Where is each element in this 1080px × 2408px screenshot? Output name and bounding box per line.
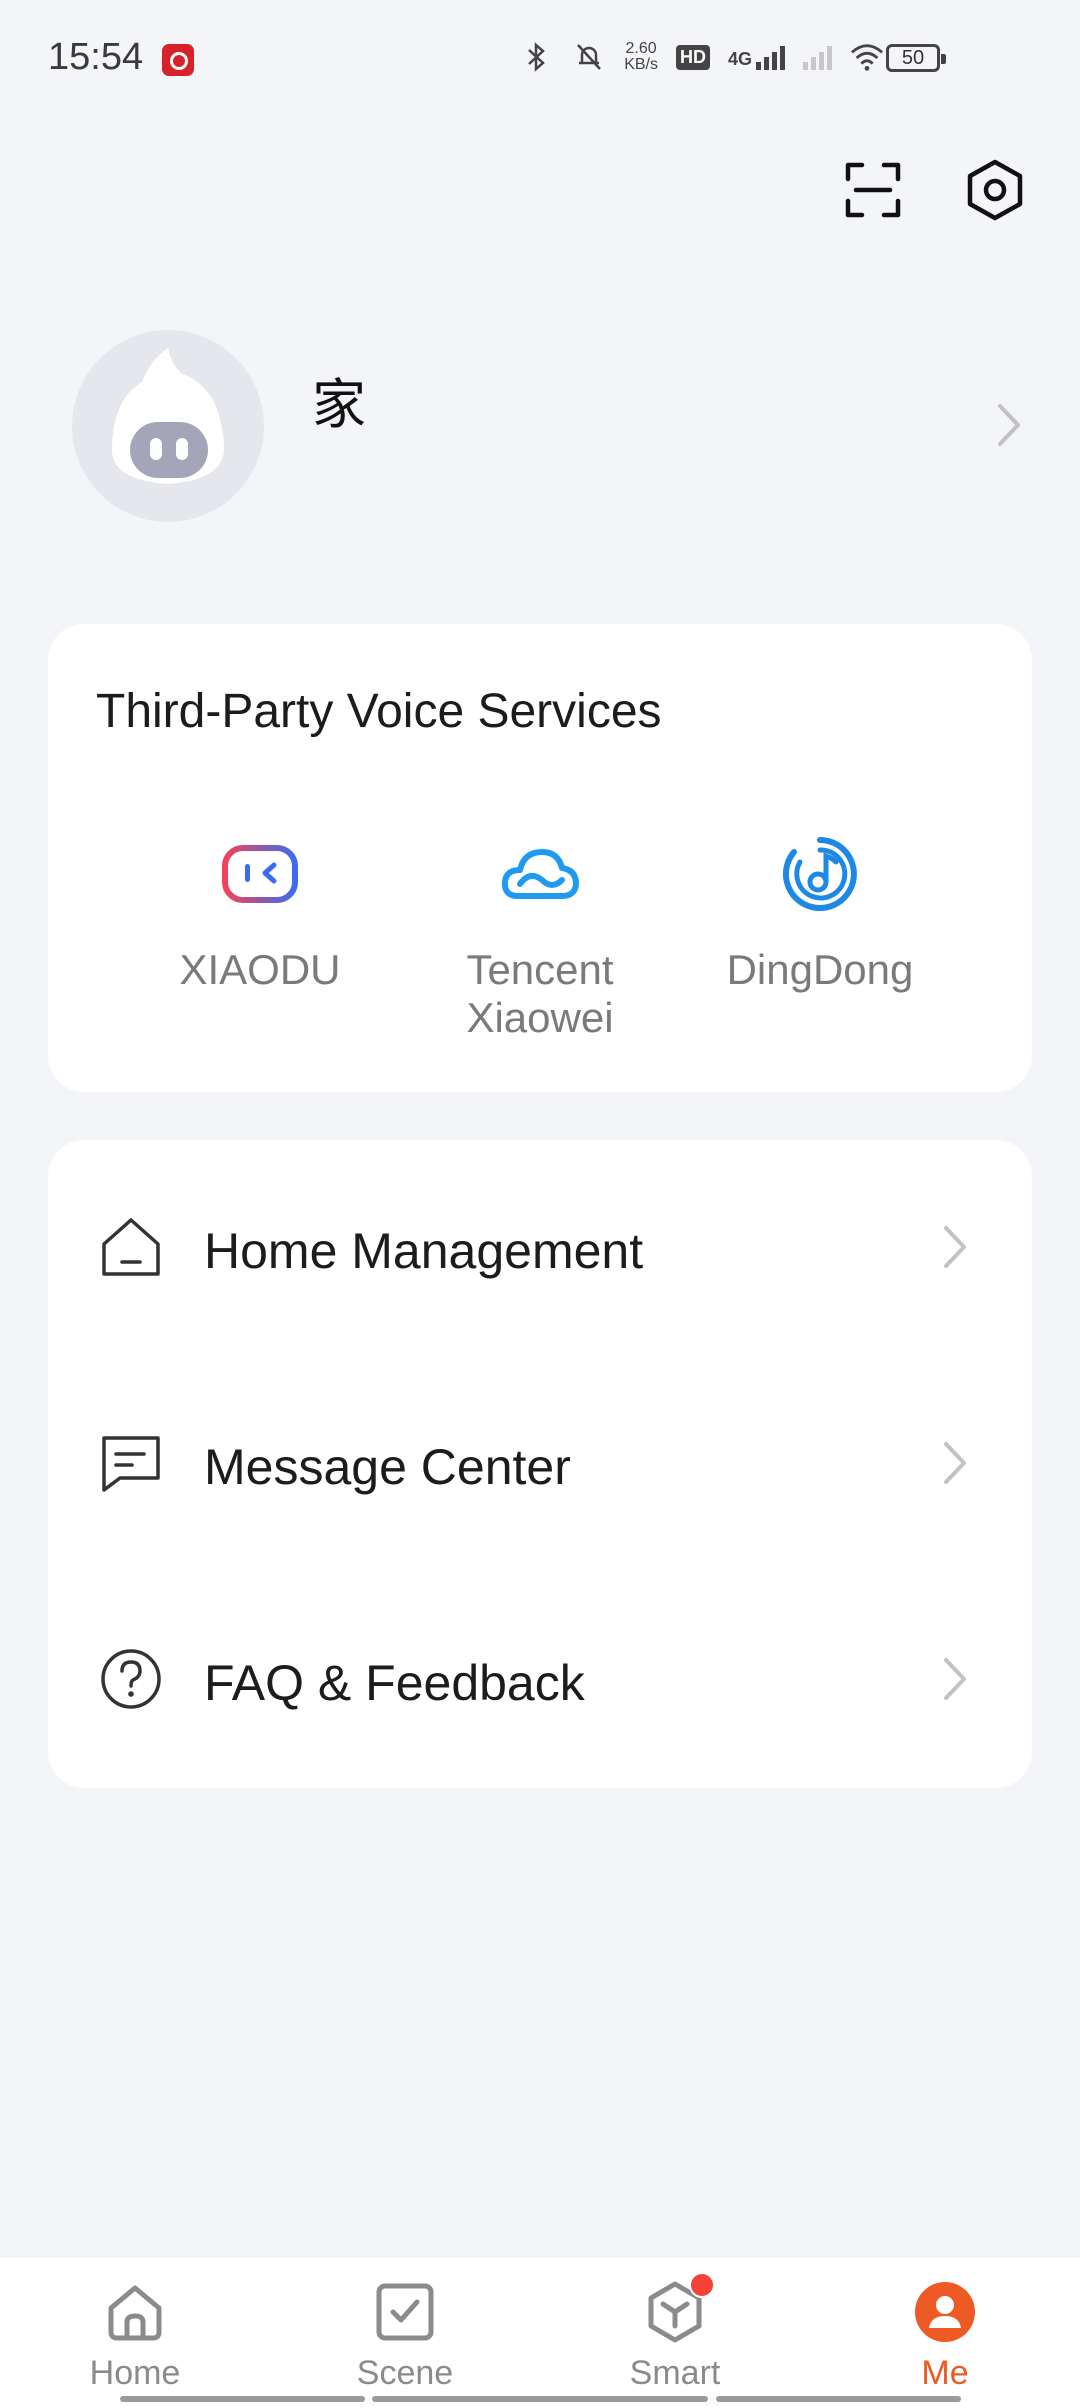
bottom-navigation: Home Scene Smart Me xyxy=(0,2258,1080,2408)
dingdong-icon xyxy=(780,834,860,914)
menu-item-label: FAQ & Feedback xyxy=(204,1655,585,1711)
chevron-right-icon xyxy=(942,1224,968,1275)
home-tab-icon xyxy=(103,2280,167,2344)
tab-label: Me xyxy=(921,2354,969,2392)
wifi-icon xyxy=(850,40,884,74)
mute-bell-icon xyxy=(572,40,606,74)
voice-service-tencent-xiaowei[interactable]: Tencent Xiaowei xyxy=(390,834,690,1042)
menu-item-faq-feedback[interactable]: FAQ & Feedback xyxy=(48,1572,1032,1788)
notification-badge xyxy=(689,2272,715,2298)
gesture-bar xyxy=(716,2396,961,2402)
settings-button[interactable] xyxy=(965,159,1025,221)
house-icon xyxy=(98,1214,164,1280)
status-bar: 15:54 2.60 KB/s HD 4G 50 xyxy=(0,0,1080,120)
tab-label: Home xyxy=(89,2354,181,2392)
chevron-right-icon xyxy=(942,1656,968,1707)
scan-icon xyxy=(845,162,901,218)
tab-label: Smart xyxy=(629,2354,721,2392)
scan-button[interactable] xyxy=(843,160,903,220)
top-actions xyxy=(843,159,1025,221)
voice-service-xiaodu[interactable]: XIAODU xyxy=(110,834,410,994)
chevron-right-icon xyxy=(996,402,1022,453)
menu-item-label: Home Management xyxy=(204,1223,644,1279)
status-icons: 2.60 KB/s HD 4G xyxy=(520,40,884,74)
scene-tab-icon xyxy=(373,2280,437,2344)
smart-tab-icon xyxy=(643,2272,715,2344)
hd-badge: HD xyxy=(675,44,710,70)
voice-service-dingdong[interactable]: DingDong xyxy=(670,834,970,994)
network-speed-unit: KB/s xyxy=(624,56,658,73)
settings-hexagon-icon xyxy=(967,159,1023,221)
xiaodu-icon xyxy=(220,834,300,914)
home-name: 家 xyxy=(312,375,366,435)
menu-item-label: Message Center xyxy=(204,1439,571,1495)
battery-level: 50 xyxy=(901,46,925,69)
signal-bars-icon xyxy=(756,44,785,70)
chevron-right-icon xyxy=(942,1440,968,1491)
message-icon xyxy=(98,1430,164,1496)
tab-label: Scene xyxy=(356,2354,454,2392)
cell-signal: 4G xyxy=(728,44,785,70)
me-tab-icon xyxy=(913,2280,977,2344)
network-speed: 2.60 KB/s xyxy=(624,41,658,73)
tab-smart[interactable]: Smart xyxy=(575,2272,775,2393)
voice-service-label: DingDong xyxy=(726,946,914,993)
bluetooth-icon xyxy=(520,40,554,74)
battery-indicator: 50 xyxy=(886,44,946,72)
voice-service-label: Tencent Xiaowei xyxy=(466,946,614,1041)
tab-me[interactable]: Me xyxy=(845,2280,1045,2393)
cloud-icon xyxy=(500,834,580,914)
gesture-bar xyxy=(120,2396,365,2402)
robot-avatar-icon xyxy=(112,348,224,484)
menu-item-message-center[interactable]: Message Center xyxy=(48,1356,1032,1572)
avatar xyxy=(72,330,264,522)
status-time: 15:54 xyxy=(48,36,144,78)
help-circle-icon xyxy=(98,1646,164,1712)
menu-item-home-management[interactable]: Home Management xyxy=(48,1140,1032,1356)
voice-service-label: XIAODU xyxy=(179,946,341,993)
gesture-bar xyxy=(372,2396,708,2402)
menu-card: Home Management Message Center FAQ & Fee… xyxy=(48,1140,1032,1788)
network-type: 4G xyxy=(727,49,752,69)
tab-scene[interactable]: Scene xyxy=(305,2280,505,2393)
home-profile-row[interactable]: 家 xyxy=(72,330,1022,522)
voice-services-card: Third-Party Voice Services XIAODU Tencen… xyxy=(48,624,1032,1092)
notification-app-icon xyxy=(162,44,194,76)
tab-home[interactable]: Home xyxy=(35,2280,235,2393)
network-speed-value: 2.60 xyxy=(625,40,657,57)
voice-services-title: Third-Party Voice Services xyxy=(96,685,662,738)
signal-bars-weak-icon xyxy=(803,44,832,70)
